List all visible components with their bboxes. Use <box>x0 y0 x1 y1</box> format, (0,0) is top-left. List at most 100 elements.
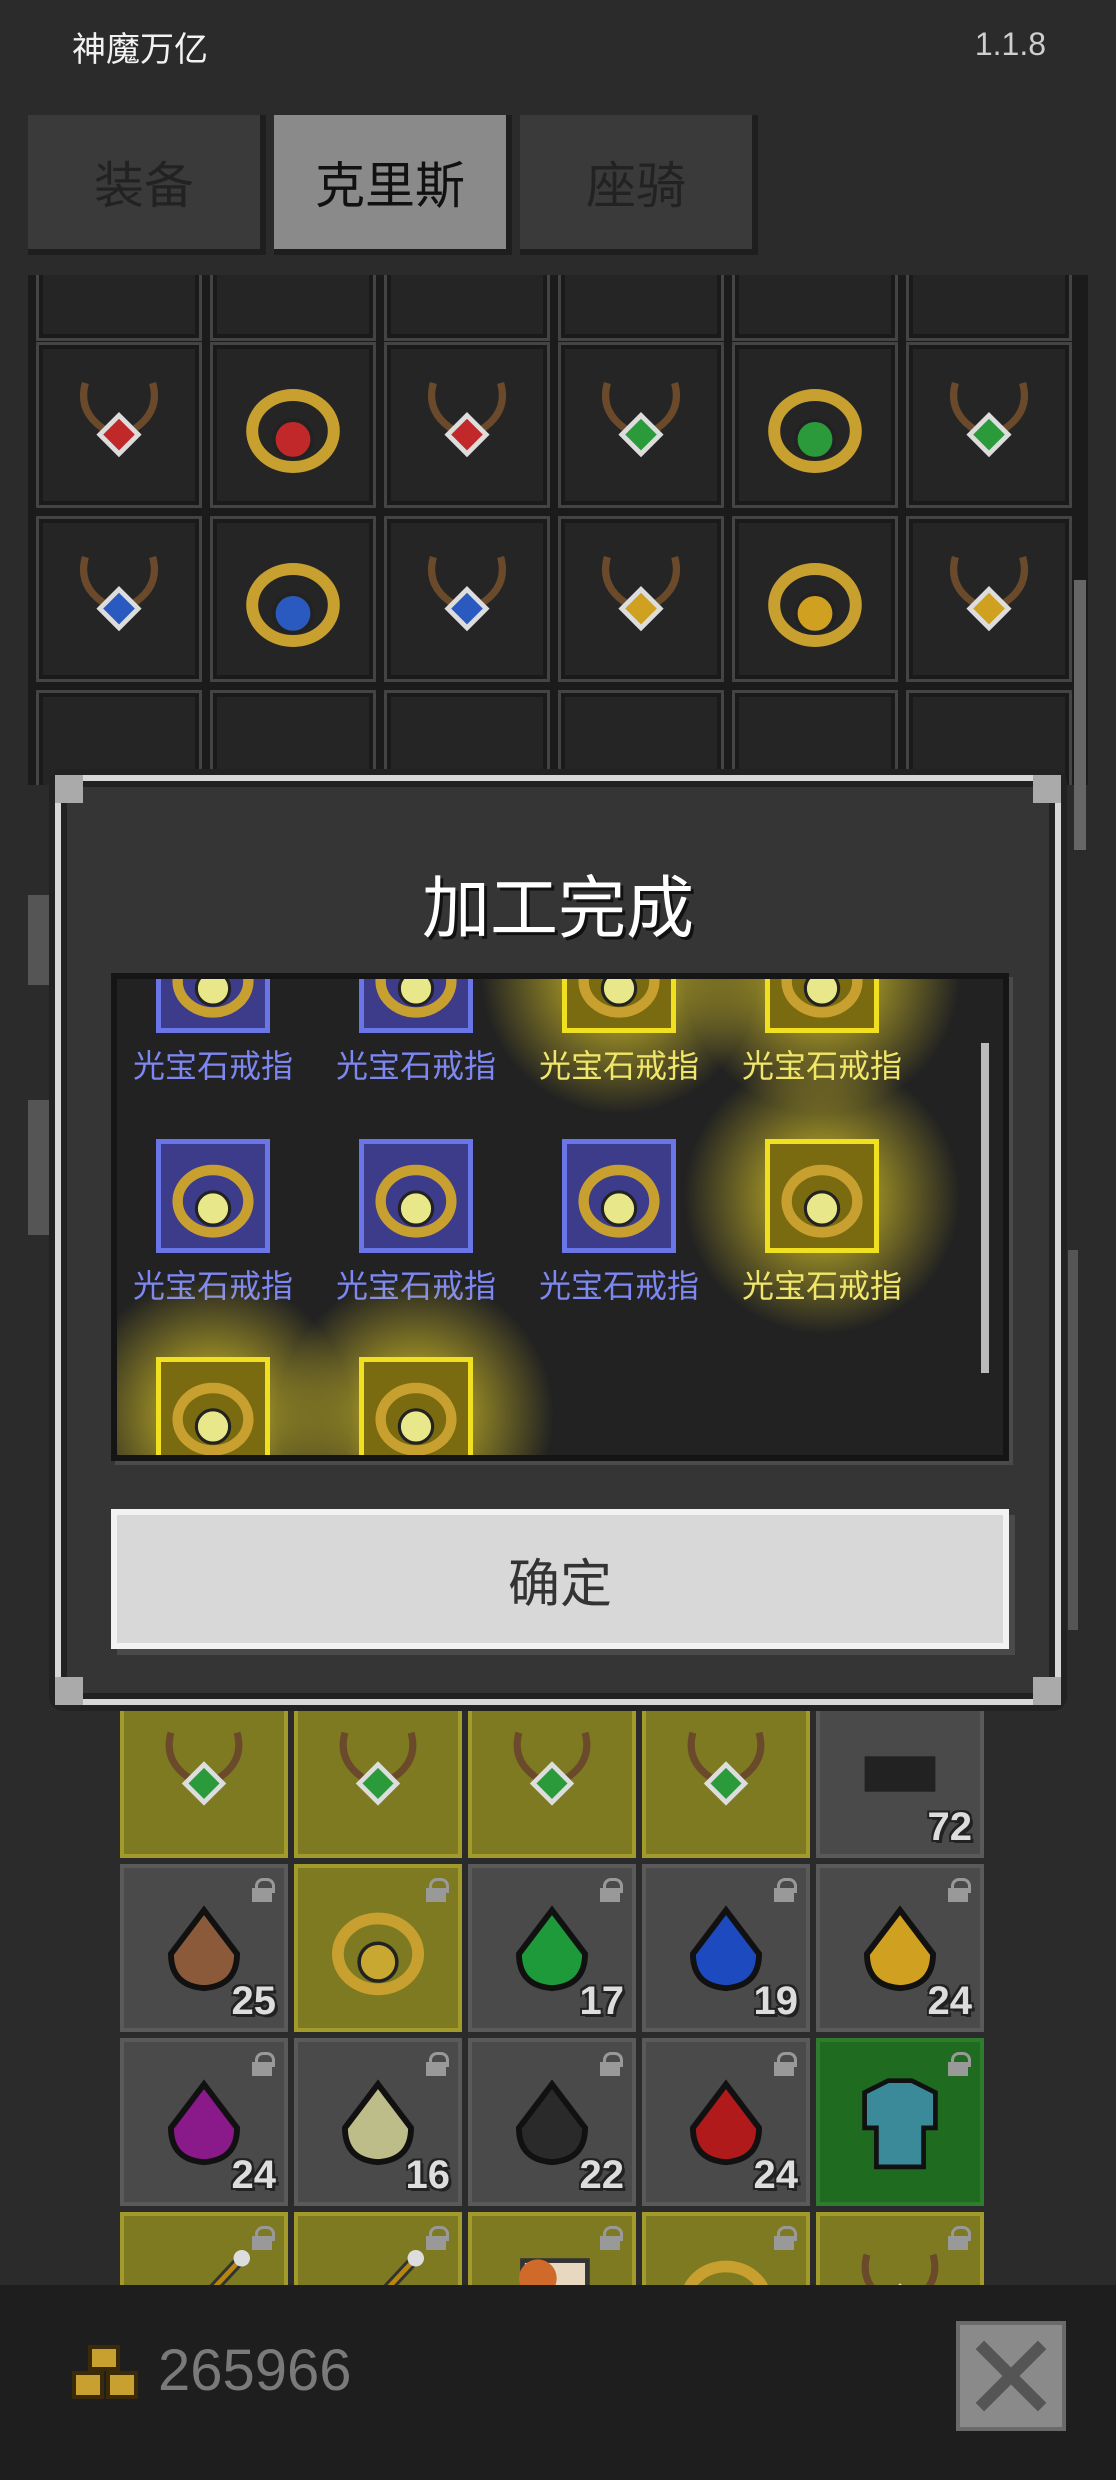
list-scrollbar[interactable] <box>1068 1250 1078 1630</box>
blue-amulet-icon <box>80 556 158 632</box>
grid-cell[interactable] <box>36 690 202 785</box>
inventory-slot[interactable]: 24 <box>642 2038 810 2206</box>
blue-armor-icon <box>862 2078 938 2170</box>
status-bar: 神魔万亿 1.1.8 <box>0 0 1116 95</box>
grid-cell[interactable] <box>210 275 376 341</box>
grid-cell[interactable] <box>558 690 724 785</box>
tab-equipment[interactable]: 装备 <box>28 115 266 255</box>
grid-cell[interactable] <box>210 516 376 682</box>
inventory-slot[interactable] <box>294 1690 462 1858</box>
grid-cell[interactable] <box>906 516 1072 682</box>
lock-icon <box>252 2052 275 2076</box>
light-gem-ring-icon <box>375 1164 457 1238</box>
lock-icon <box>600 1878 623 1902</box>
light-gem-ring-icon <box>375 979 457 1018</box>
version-label: 1.1.8 <box>974 26 1046 62</box>
grid-cell[interactable] <box>732 690 898 785</box>
inventory-slot[interactable] <box>468 1690 636 1858</box>
green-amulet-icon <box>339 1731 417 1806</box>
yellow-brooch-icon <box>950 556 1028 632</box>
light-gem-ring-icon <box>781 979 863 1018</box>
light-gem-ring-icon <box>781 1164 863 1238</box>
inventory-slot[interactable] <box>642 1690 810 1858</box>
result-item[interactable]: 光宝石戒指 <box>672 1046 972 1346</box>
confirm-button[interactable]: 确定 <box>111 1509 1009 1649</box>
result-item-frame <box>562 979 676 1033</box>
lock-icon <box>948 1878 971 1902</box>
inventory-slot[interactable]: 19 <box>642 1864 810 2032</box>
item-count: 16 <box>405 2153 451 2197</box>
grid-cell[interactable] <box>384 690 550 785</box>
result-item-frame <box>765 1139 879 1253</box>
lock-icon <box>426 1878 449 1902</box>
lock-icon <box>600 2052 623 2076</box>
lock-icon <box>600 2226 623 2250</box>
grid-cell[interactable] <box>36 275 202 341</box>
green-amulet-icon <box>602 382 680 458</box>
result-item-name: 光宝石戒指 <box>741 1267 902 1305</box>
inventory-slot[interactable]: 24 <box>120 2038 288 2206</box>
bottom-bar: 265966 <box>0 2285 1116 2480</box>
grid-cell[interactable] <box>558 342 724 508</box>
grid-cell[interactable] <box>210 690 376 785</box>
grid-cell[interactable] <box>906 690 1072 785</box>
result-item-name: 光宝石戒指 <box>132 1047 293 1085</box>
green-amulet-icon <box>687 1731 765 1806</box>
blue-brooch-icon <box>428 556 506 632</box>
grid-cell[interactable] <box>906 342 1072 508</box>
inventory-slot[interactable]: 17 <box>468 1864 636 2032</box>
inventory-slot[interactable]: 25 <box>120 1864 288 2032</box>
close-button[interactable] <box>956 2321 1066 2431</box>
inventory-slot[interactable]: 72 <box>816 1690 984 1858</box>
scroll-marker <box>28 895 50 985</box>
grid-cell[interactable] <box>210 342 376 508</box>
green-ring-icon <box>768 389 862 473</box>
inventory-slot[interactable]: 16 <box>294 2038 462 2206</box>
result-item-frame <box>359 979 473 1033</box>
inventory-slot[interactable]: 24 <box>816 1864 984 2032</box>
result-item-frame <box>156 1357 270 1455</box>
grid-cell[interactable] <box>36 342 202 508</box>
inventory-slot[interactable]: 22 <box>468 2038 636 2206</box>
inventory-slot[interactable] <box>294 1864 462 2032</box>
gold-amount: 265966 <box>158 2338 352 2403</box>
item-count: 22 <box>579 2153 625 2197</box>
inventory-slot[interactable] <box>816 2038 984 2206</box>
red-brooch-icon <box>428 382 506 458</box>
result-list[interactable]: 光宝石戒指光宝石戒指光宝石戒指光宝石戒指光宝石戒指光宝石戒指光宝石戒指光宝石戒指 <box>111 973 1009 1461</box>
result-item-frame <box>562 1139 676 1253</box>
light-gem-ring-icon <box>172 979 254 1018</box>
result-item[interactable] <box>266 1264 566 1455</box>
grid-cell[interactable] <box>906 275 1072 341</box>
grid-cell[interactable] <box>384 516 550 682</box>
grid-cell[interactable] <box>732 275 898 341</box>
inventory-slot[interactable] <box>120 1690 288 1858</box>
grid-cell[interactable] <box>732 342 898 508</box>
green-amulet-icon <box>513 1731 591 1806</box>
item-count: 25 <box>231 1979 277 2023</box>
grid-cell[interactable] <box>36 516 202 682</box>
grid-cell[interactable] <box>558 275 724 341</box>
light-gem-ring-icon <box>172 1164 254 1238</box>
grid-cell[interactable] <box>558 516 724 682</box>
tab-mount[interactable]: 座骑 <box>520 115 758 255</box>
lock-icon <box>774 2052 797 2076</box>
lock-icon <box>426 2226 449 2250</box>
item-count: 24 <box>753 2153 799 2197</box>
red-ring-icon <box>246 389 340 473</box>
light-gem-ring-icon <box>578 1164 660 1238</box>
grid-cell[interactable] <box>384 342 550 508</box>
grid-cell[interactable] <box>384 275 550 341</box>
tab-chris[interactable]: 克里斯 <box>274 115 512 255</box>
dialog-title: 加工完成 <box>421 870 694 949</box>
grid-scrollbar[interactable] <box>1074 580 1086 850</box>
grid-cell[interactable] <box>732 516 898 682</box>
item-count: 17 <box>579 1979 625 2023</box>
lock-icon <box>426 2052 449 2076</box>
result-scrollbar[interactable] <box>981 1043 989 1373</box>
item-count: 24 <box>231 2153 277 2197</box>
result-item-frame <box>765 979 879 1033</box>
result-item-frame <box>156 1139 270 1253</box>
result-item[interactable]: 光宝石戒指 <box>118 979 308 1119</box>
gold-ring-icon <box>331 1912 425 1996</box>
